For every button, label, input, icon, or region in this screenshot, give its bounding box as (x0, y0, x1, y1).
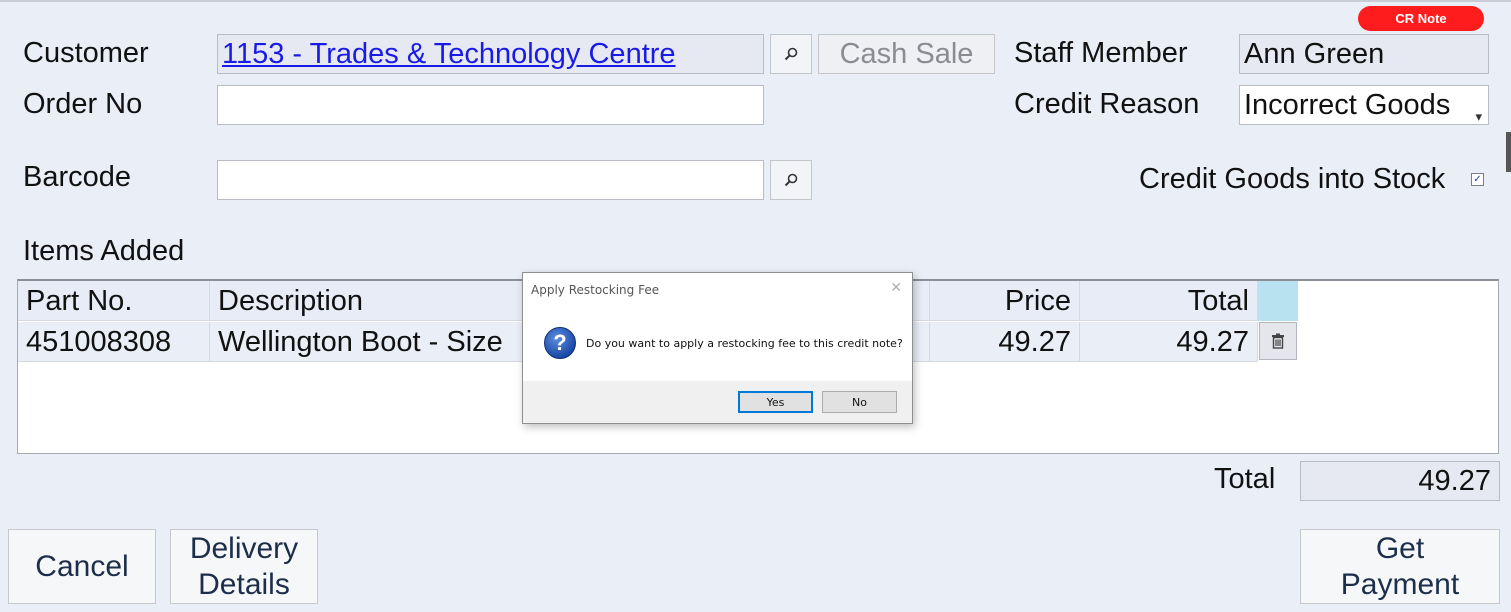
get-payment-line2: Payment (1340, 567, 1460, 601)
credit-note-screen: CR Note Customer 1153 - Trades & Technol… (0, 0, 1511, 612)
get-payment-line1: Get (1375, 531, 1425, 565)
order-no-input[interactable] (217, 85, 764, 125)
credit-reason-label: Credit Reason (1014, 88, 1200, 120)
cr-note-badge: CR Note (1358, 6, 1484, 31)
scrollbar[interactable] (1506, 132, 1511, 172)
barcode-label: Barcode (23, 161, 132, 193)
dialog-title: Apply Restocking Fee (531, 283, 660, 297)
credit-stock-checkbox[interactable]: ✓ (1471, 173, 1484, 186)
items-added-label: Items Added (23, 235, 185, 267)
staff-member-field[interactable]: Ann Green (1239, 34, 1489, 74)
cash-sale-button[interactable]: Cash Sale (818, 34, 995, 74)
column-header-part-no[interactable]: Part No. (18, 281, 210, 321)
chevron-down-icon: ▾ (1475, 109, 1482, 124)
trash-icon (1272, 333, 1284, 349)
get-payment-button[interactable]: Get Payment (1300, 529, 1500, 604)
row-part-no[interactable]: 451008308 (18, 322, 210, 362)
row-total[interactable]: 49.27 (1080, 322, 1258, 362)
question-icon: ? (544, 327, 576, 359)
credit-stock-label: Credit Goods into Stock (1139, 163, 1446, 195)
restocking-fee-dialog: Apply Restocking Fee ✕ ? Do you want to … (522, 272, 913, 424)
customer-link[interactable]: 1153 - Trades & Technology Centre (222, 38, 676, 70)
order-no-label: Order No (23, 88, 143, 120)
customer-field[interactable]: 1153 - Trades & Technology Centre (217, 34, 764, 74)
delete-row-button[interactable] (1259, 322, 1297, 360)
delivery-details-line1: Delivery (189, 531, 299, 565)
dialog-footer: Yes No (523, 381, 912, 423)
no-button[interactable]: No (822, 391, 897, 413)
row-price[interactable]: 49.27 (930, 322, 1080, 362)
customer-search-button[interactable] (770, 34, 812, 74)
column-header-price[interactable]: Price (930, 281, 1080, 321)
search-icon (784, 173, 798, 187)
column-header-actions (1258, 281, 1298, 321)
staff-member-label: Staff Member (1014, 37, 1188, 69)
customer-label: Customer (23, 37, 149, 69)
barcode-input[interactable] (217, 160, 764, 200)
credit-reason-select[interactable]: Incorrect Goods ▾ (1239, 85, 1489, 125)
dialog-message: Do you want to apply a restocking fee to… (586, 337, 903, 350)
barcode-search-button[interactable] (770, 160, 812, 200)
column-header-total[interactable]: Total (1080, 281, 1258, 321)
close-icon[interactable]: ✕ (890, 279, 902, 296)
delivery-details-button[interactable]: Delivery Details (170, 529, 318, 604)
search-icon (784, 47, 798, 61)
yes-button[interactable]: Yes (738, 391, 813, 413)
delivery-details-line2: Details (198, 567, 290, 601)
total-value: 49.27 (1300, 461, 1500, 501)
total-label: Total (1214, 463, 1276, 495)
cancel-button[interactable]: Cancel (8, 529, 156, 604)
credit-reason-value: Incorrect Goods (1244, 89, 1451, 121)
